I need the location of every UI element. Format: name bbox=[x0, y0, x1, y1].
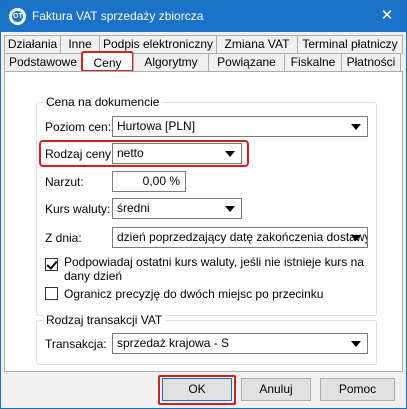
exchange-rate-select[interactable]: średni bbox=[112, 198, 242, 219]
ok-button[interactable]: OK bbox=[162, 378, 232, 401]
price-level-value: Hurtowa [PLN] bbox=[117, 119, 196, 133]
limit-precision-label: Ogranicz precyzję do dwóch miejsc po prz… bbox=[64, 287, 324, 301]
chevron-down-icon bbox=[351, 235, 361, 241]
transaction-value: sprzedaż krajowa - S bbox=[117, 336, 230, 350]
tabs-row-top: Działania Inne Podpis elektroniczny Zmia… bbox=[4, 35, 403, 54]
tab-algorytmy[interactable]: Algorytmy bbox=[133, 53, 209, 72]
limit-precision-checkbox[interactable] bbox=[45, 287, 58, 300]
suggest-rate-label: Podpowiadaj ostatni kurs waluty, jeśli n… bbox=[64, 255, 364, 283]
tab-powiazane[interactable]: Powiązane bbox=[208, 53, 285, 72]
tab-panel-ceny: Cena na dokumencie Poziom cen: Hurtowa [… bbox=[4, 71, 403, 372]
markup-input[interactable]: 0,00 % bbox=[112, 171, 186, 192]
price-level-select[interactable]: Hurtowa [PLN] bbox=[112, 116, 368, 137]
tab-podstawowe[interactable]: Podstawowe bbox=[4, 53, 82, 72]
from-day-label: Z dnia: bbox=[45, 231, 82, 245]
tab-zmiana-vat[interactable]: Zmiana VAT bbox=[216, 35, 298, 54]
chevron-down-icon bbox=[351, 124, 361, 130]
tab-ceny[interactable]: Ceny bbox=[81, 51, 134, 72]
markup-label: Narzut: bbox=[45, 175, 84, 189]
price-type-label: Rodzaj ceny: bbox=[45, 147, 115, 161]
price-level-label: Poziom cen: bbox=[45, 120, 112, 134]
transaction-label: Transakcja: bbox=[45, 337, 107, 351]
chevron-down-icon bbox=[225, 206, 235, 212]
dialog-window: OT Faktura VAT sprzedaży zbiorcza ✕ Dzia… bbox=[0, 0, 407, 409]
tab-platnosci[interactable]: Płatności bbox=[341, 53, 401, 72]
window-title: Faktura VAT sprzedaży zbiorcza bbox=[32, 9, 204, 23]
app-logo-icon: OT bbox=[9, 8, 26, 25]
chevron-down-icon bbox=[351, 341, 361, 347]
chevron-down-icon bbox=[225, 151, 235, 157]
from-day-select[interactable]: dzień poprzedzający datę zakończenia dos… bbox=[112, 227, 368, 248]
vat-group-legend: Rodzaj transakcji VAT bbox=[43, 313, 166, 327]
suggest-rate-checkbox[interactable] bbox=[45, 258, 58, 271]
exchange-rate-value: średni bbox=[117, 201, 150, 215]
close-icon[interactable]: ✕ bbox=[378, 7, 396, 25]
from-day-value: dzień poprzedzający datę zakończenia dos… bbox=[117, 230, 368, 244]
title-bar[interactable]: OT Faktura VAT sprzedaży zbiorcza ✕ bbox=[1, 1, 406, 32]
price-type-select[interactable]: netto bbox=[112, 143, 242, 164]
transaction-select[interactable]: sprzedaż krajowa - S bbox=[112, 333, 368, 354]
tab-terminal-platniczy[interactable]: Terminal płatniczy bbox=[297, 35, 403, 54]
price-type-value: netto bbox=[117, 146, 144, 160]
cancel-button[interactable]: Anuluj bbox=[241, 378, 311, 401]
tab-dzialania[interactable]: Działania bbox=[4, 35, 61, 54]
tab-fiskalne[interactable]: Fiskalne bbox=[284, 53, 342, 72]
tabs-row-bottom: Podstawowe Ceny Algorytmy Powiązane Fisk… bbox=[4, 51, 401, 72]
exchange-rate-label: Kurs waluty: bbox=[45, 202, 111, 216]
price-group-legend: Cena na dokumencie bbox=[43, 95, 163, 109]
help-button[interactable]: Pomoc bbox=[320, 378, 395, 401]
